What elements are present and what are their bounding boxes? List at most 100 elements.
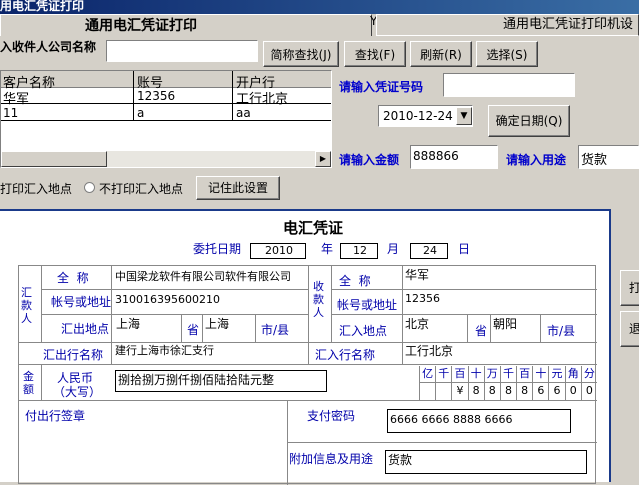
tab-print-label: 通用电汇凭证打印 [85,18,197,34]
rmb-capital-label: （大写） [53,385,102,399]
digit-unit-label: 十 [532,366,549,383]
payee-city-value: 朝阳 [493,317,518,331]
digit-unit-label: 万 [483,366,500,383]
date-label: 委托日期 [193,242,242,256]
remitter-city-unit: 市/县 [261,323,290,337]
digit-value: ¥ [451,383,467,400]
payee-bank-label: 汇入行名称 [315,348,376,362]
month-field: 12 [340,243,378,259]
tab-print[interactable]: 通用电汇凭证打印 [0,14,372,36]
purpose-input[interactable]: 货款 [578,145,639,169]
remitter-side-label: 汇款人 [21,286,32,325]
year-field: 2010 [250,243,306,259]
horizontal-scrollbar[interactable]: ▶ [1,151,331,167]
remitter-acct-label: 帐号或地址 [51,295,112,309]
amount-label: 请输入金额 [339,153,400,167]
recipient-name-input[interactable] [106,40,258,62]
digit-value [435,383,451,400]
amount-input[interactable]: 888866 [410,145,498,169]
digit-value: 0 [564,383,581,400]
window-title: 用电汇凭证打印 [0,0,85,13]
payee-side-label: 收款人 [313,280,324,319]
digit-unit-label: 分 [580,366,597,383]
amount-side-label: 金额 [23,370,34,396]
remitter-name-label: 全 称 [57,271,89,285]
digit-value [419,383,435,400]
extra-label: 附加信息及用途 [289,452,374,466]
chevron-down-icon[interactable]: ▼ [456,107,472,125]
recipient-name-label: 入收件人公司名称 [0,40,97,54]
save-setting-button[interactable]: 记住此设置 [196,176,280,200]
date-picker[interactable]: 2010-12-24 ▼ [378,105,473,127]
digit-value: 8 [516,383,532,400]
digit-unit-label: 十 [467,366,484,383]
payee-name-value: 华军 [405,268,430,282]
cell-name: 11 [3,106,19,120]
payee-bank-value: 工行北京 [405,344,454,358]
remitter-bank-label: 汇出行名称 [43,348,104,362]
voucher-title: 电汇凭证 [283,219,344,237]
month-unit: 月 [387,242,400,256]
voucher-form: 汇款人 全 称 中国梁龙软件有限公司软件有限公司 帐号或地址 310016395… [18,265,597,485]
tab-settings[interactable]: 通用电汇凭证打印机设 [376,14,639,36]
year-unit: 年 [321,242,334,256]
digit-value: 0 [580,383,597,400]
abbr-search-button[interactable]: 简称查找(J) [263,41,339,67]
remitter-name-value: 中国梁龙软件有限公司软件有限公司 [115,270,291,283]
remitter-acct-value: 310016395600210 [115,293,220,306]
digit-value: 6 [532,383,548,400]
voucher-panel: 电汇凭证 委托日期 2010 年 12 月 24 日 汇款人 全 称 中国梁龙软… [0,209,611,485]
remitter-prov-unit: 省 [187,323,200,337]
no-print-radio[interactable] [84,182,95,193]
print-place-option[interactable]: 打印汇入地点 [0,180,72,197]
confirm-date-button[interactable]: 确定日期(Q) [488,105,570,137]
payee-prov-value: 北京 [405,317,430,331]
digit-unit-label: 亿 [419,366,436,383]
digit-value: 8 [499,383,516,400]
payee-city-unit: 市/县 [547,324,576,338]
amount-capital-field: 捌拾捌万捌仟捌佰陆拾陆元整 [115,370,327,392]
print-button[interactable]: 打 [620,270,639,306]
no-print-option-label[interactable]: 不打印汇入地点 [99,180,183,197]
remitter-place-label: 汇出地点 [61,322,110,336]
remitter-city-value: 上海 [205,317,230,331]
remitter-prov-value: 上海 [116,317,141,331]
exit-button[interactable]: 退 [620,311,639,347]
digit-value: 8 [483,383,500,400]
find-button[interactable]: 查找(F) [344,41,406,67]
sign-label: 付出行签章 [25,409,86,423]
table-row[interactable]: 华军 12356 工行北京 [1,88,331,107]
scroll-thumb[interactable] [1,151,107,167]
extra-field: 货款 [385,450,587,474]
digit-value: 6 [548,383,564,400]
amount-digit-grid: 亿千百 ¥ 十 8 万 8 千 8 百 8 十 6 元 6 角 0 分 0 [419,366,597,400]
customer-list[interactable]: 客户名称 账号 开户行 华军 12356 工行北京 11 a aa ▶ [0,70,332,168]
payee-acct-label: 帐号或地址 [337,298,398,312]
day-field: 24 [410,243,448,259]
voucher-no-input[interactable] [443,73,575,97]
pwd-field: 6666 6666 8888 6666 [387,409,571,433]
digit-unit-label: 角 [564,366,581,383]
digit-value: 8 [467,383,484,400]
payee-acct-value: 12356 [405,292,440,305]
voucher-no-label: 请输入凭证号码 [339,80,424,94]
remitter-bank-value: 建行上海市徐汇支行 [115,344,214,357]
cell-account: 12356 [137,89,176,103]
cell-bank: aa [236,106,251,120]
digit-unit-label: 千 [499,366,517,383]
table-row[interactable]: 11 a aa [1,105,331,121]
select-button[interactable]: 选择(S) [476,41,538,67]
payee-name-label: 全 称 [339,274,371,288]
digit-unit-label: 元 [548,366,565,383]
day-unit: 日 [458,242,471,256]
payee-prov-unit: 省 [475,324,488,338]
tab-settings-label: 通用电汇凭证打印机设 [503,17,634,32]
digit-unit-label: 千 [435,366,452,383]
list-header: 客户名称 账号 开户行 [1,71,331,91]
refresh-button[interactable]: 刷新(R) [410,41,472,67]
cell-account: a [137,106,145,120]
pwd-label: 支付密码 [307,409,356,423]
purpose-label: 请输入用途 [506,153,567,167]
scroll-right-arrow-icon[interactable]: ▶ [315,151,331,167]
date-value: 2010-12-24 [383,109,453,123]
